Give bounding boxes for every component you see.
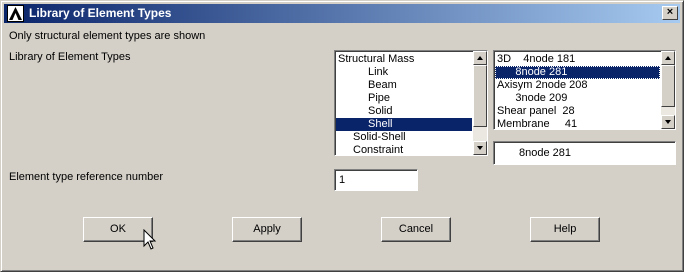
- element-items: 3D 4node 181 8node 281 Axisym 2node 208 3…: [495, 53, 660, 129]
- library-label: Library of Element Types: [9, 51, 131, 63]
- ref-number-label: Element type reference number: [9, 171, 164, 183]
- category-item[interactable]: Solid: [336, 105, 472, 118]
- category-item[interactable]: Link: [336, 66, 472, 79]
- element-type-listbox[interactable]: 3D 4node 181 8node 281 Axisym 2node 208 3…: [493, 50, 676, 130]
- arrow-down-icon: [665, 120, 671, 124]
- category-item[interactable]: Pipe: [336, 92, 472, 105]
- element-type-item[interactable]: 3D 4node 181: [495, 53, 660, 66]
- ansys-logo-icon: [7, 5, 24, 22]
- category-item[interactable]: Solid-Shell: [336, 131, 472, 144]
- category-item[interactable]: Shell: [336, 118, 472, 131]
- element-scrollbar[interactable]: [661, 51, 675, 129]
- category-item[interactable]: Beam: [336, 79, 472, 92]
- arrow-up-icon: [665, 56, 671, 60]
- arrow-down-icon: [477, 146, 483, 150]
- window-title: Library of Element Types: [29, 6, 172, 20]
- dialog-window: Library of Element Types × Only structur…: [0, 0, 684, 272]
- element-type-item[interactable]: 3node 209: [495, 92, 660, 105]
- element-type-item[interactable]: Membrane 41: [495, 118, 660, 129]
- help-button[interactable]: Help: [530, 217, 600, 242]
- element-type-item[interactable]: 8node 281: [495, 66, 660, 79]
- element-type-item[interactable]: Axisym 2node 208: [495, 79, 660, 92]
- category-item[interactable]: Structural Mass: [336, 53, 472, 66]
- selected-element-display: 8node 281: [493, 141, 676, 165]
- element-type-item[interactable]: Shear panel 28: [495, 105, 660, 118]
- scroll-thumb[interactable]: [661, 65, 675, 107]
- scroll-up-button[interactable]: [661, 51, 675, 65]
- category-item[interactable]: Constraint: [336, 144, 472, 155]
- scroll-thumb[interactable]: [473, 65, 487, 127]
- scroll-down-button[interactable]: [473, 141, 487, 155]
- info-text: Only structural element types are shown: [9, 30, 206, 42]
- cancel-button[interactable]: Cancel: [381, 217, 451, 242]
- scroll-down-button[interactable]: [661, 115, 675, 129]
- category-listbox[interactable]: Structural Mass Link Beam Pipe Solid Shell Sol…: [334, 50, 488, 156]
- scroll-up-button[interactable]: [473, 51, 487, 65]
- category-scrollbar[interactable]: [473, 51, 487, 155]
- close-icon[interactable]: ×: [662, 6, 678, 20]
- apply-button[interactable]: Apply: [232, 217, 302, 242]
- arrow-up-icon: [477, 56, 483, 60]
- title-bar[interactable]: Library of Element Types ×: [4, 4, 680, 23]
- category-items: Structural Mass Link Beam Pipe Solid Shell Sol…: [336, 53, 472, 155]
- ref-number-input[interactable]: 1: [334, 169, 418, 191]
- mouse-cursor-icon: [143, 229, 157, 250]
